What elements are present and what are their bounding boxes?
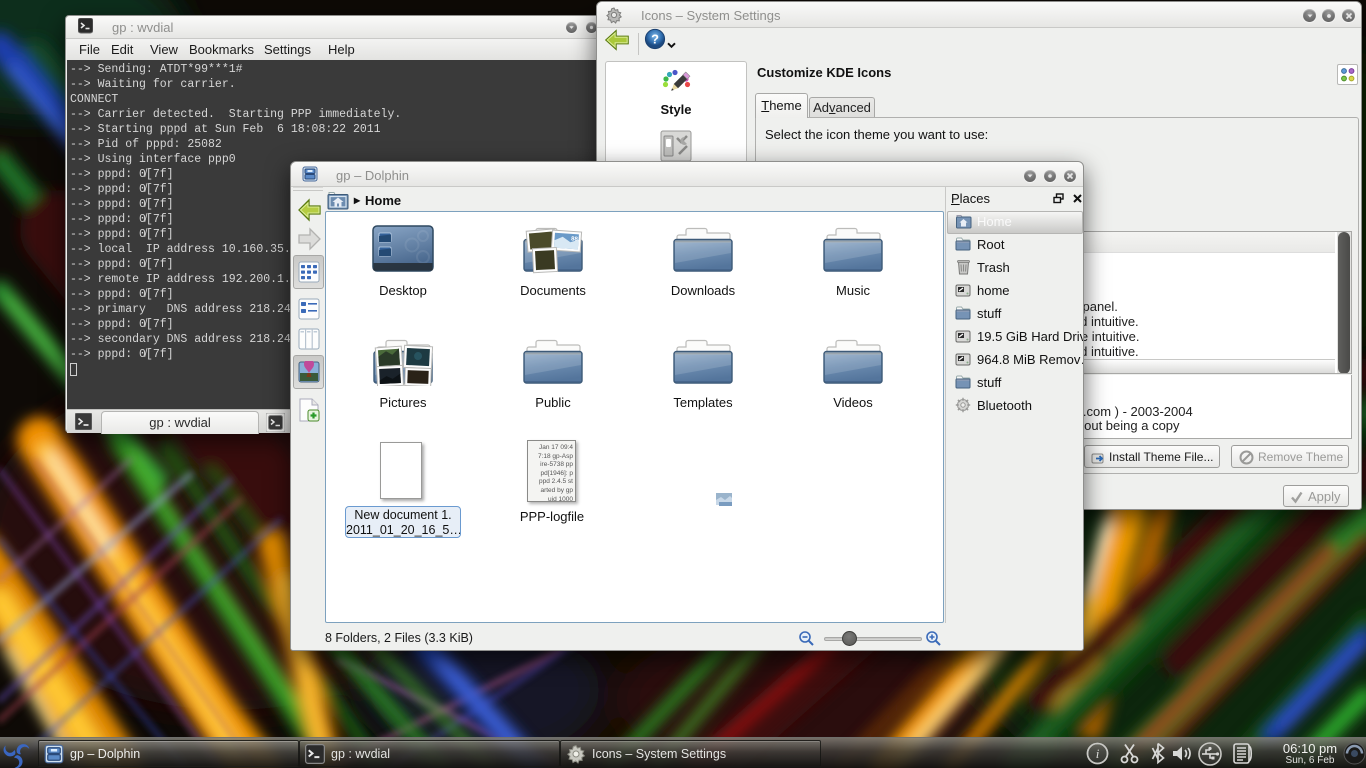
- svg-text:i: i: [1096, 746, 1100, 761]
- svg-text:88: 88: [571, 236, 579, 242]
- svg-text:?: ?: [651, 32, 659, 47]
